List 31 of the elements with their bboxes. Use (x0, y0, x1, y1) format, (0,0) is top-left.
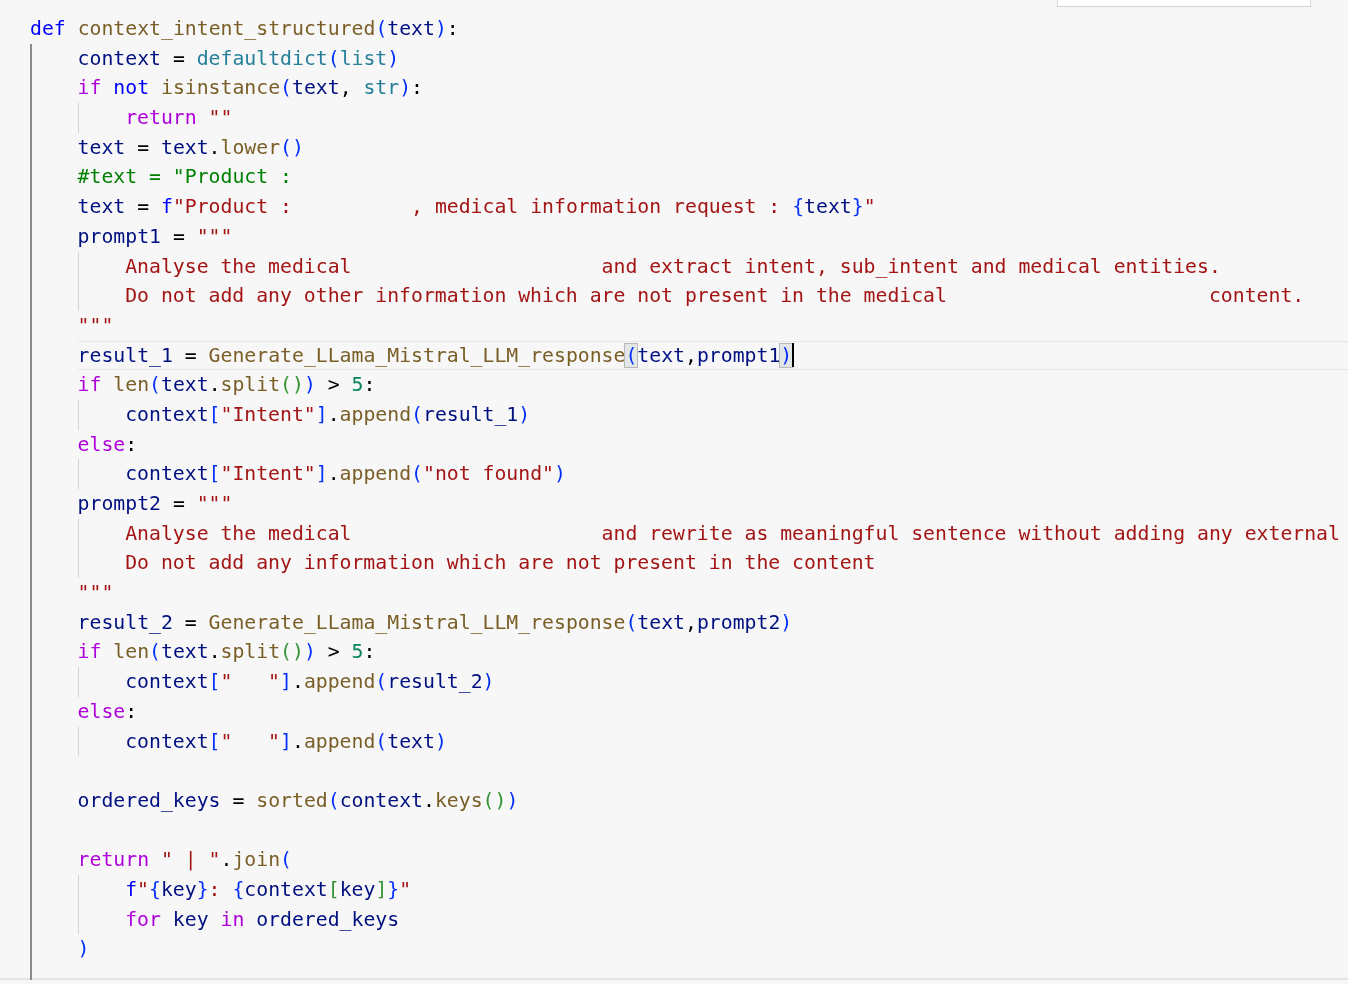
code-line: return " | ".join( (77, 847, 292, 874)
code-line: if len(text.split()) > 5: (77, 372, 376, 399)
code-line: context["Intent"].append("not found") (125, 461, 566, 488)
code-line: result_1 = Generate_LLama_Mistral_LLM_response(text,prompt1) (77, 342, 793, 369)
code-line: """ (77, 312, 114, 339)
code-line: text = text.lower() (77, 134, 304, 161)
code-line: text = f"Product : , medical information request : {text}" (77, 194, 876, 221)
code-line: context[" "].append(text) (125, 728, 447, 755)
code-line: context["Intent"].append(result_1) (125, 401, 531, 428)
code-line: Do not add any information which are not present in the content (125, 550, 876, 577)
code-line: return "" (125, 105, 233, 132)
code-line: def context_intent_structured(text): (30, 16, 459, 42)
code-line: f"{key}: {context[key]}" (125, 876, 412, 903)
code-line: Do not add any other information which are not present in the medical content. (125, 283, 1305, 310)
code-line: else: (77, 698, 138, 725)
code-line: if len(text.split()) > 5: (77, 639, 376, 666)
code-line: if not isinstance(text, str): (77, 75, 424, 102)
code-line: prompt1 = """ (77, 223, 233, 250)
code-line: ordered_keys = sorted(context.keys()) (77, 787, 519, 814)
code-line: """ (77, 580, 114, 607)
code-line: Analyse the medical and extract intent, sub_intent and medical entities. (125, 253, 1221, 280)
code-line: context = defaultdict(list) (77, 45, 400, 72)
code-line: Analyse the medical and rewrite as meaningful sentence without adding any external (125, 520, 1340, 547)
code-line: result_2 = Generate_LLama_Mistral_LLM_response(text,prompt2) (77, 609, 793, 636)
code-line: ) (77, 936, 90, 963)
code-line: else: (77, 431, 138, 458)
code-line: context[" "].append(result_2) (125, 669, 495, 696)
code-line: prompt2 = """ (77, 491, 233, 517)
code-line: #text = "Product : (77, 164, 292, 191)
text-cursor (792, 343, 795, 368)
code-line: for key in ordered_keys (125, 906, 400, 933)
